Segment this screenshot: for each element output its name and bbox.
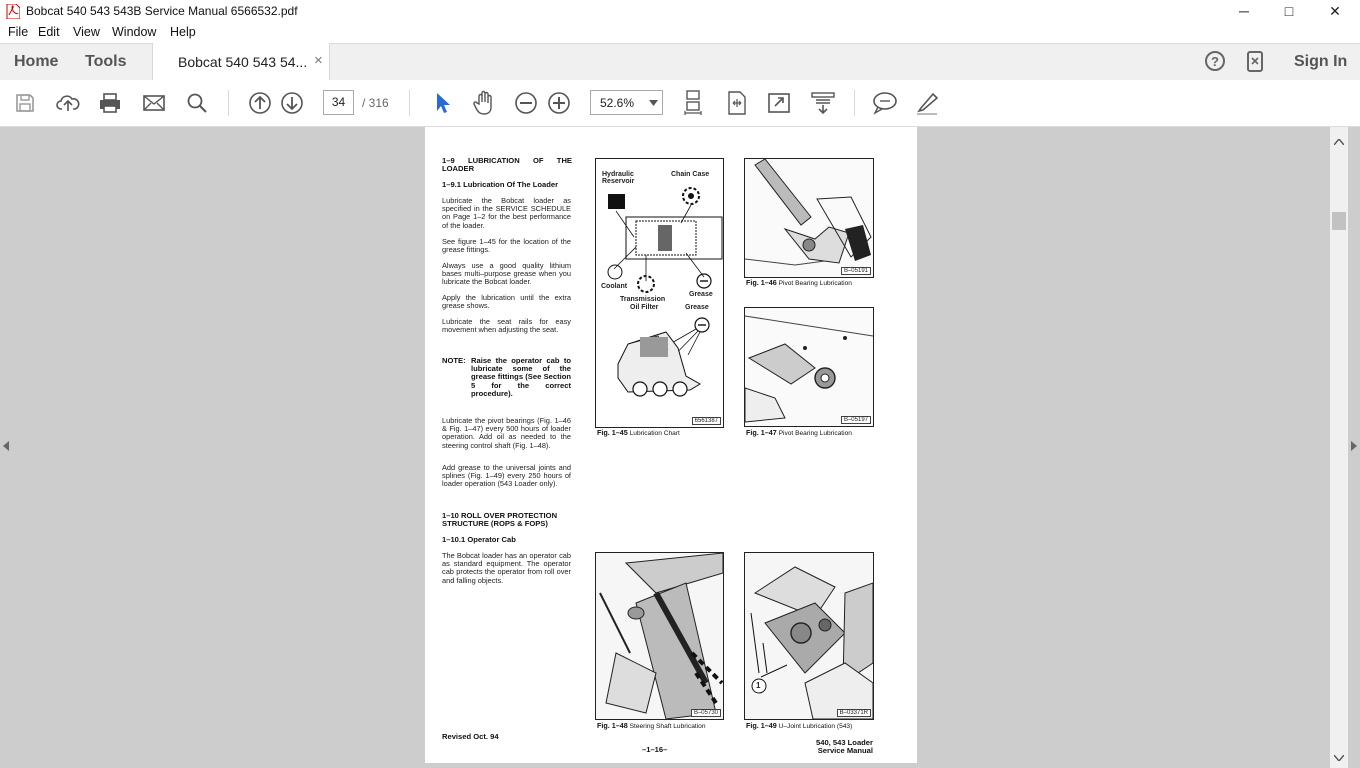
- tab-document-label: Bobcat 540 543 54...: [178, 54, 308, 70]
- full-screen-icon[interactable]: [764, 88, 794, 118]
- figure-caption: Fig. 1–46 Pivot Bearing Lubrication: [746, 278, 852, 287]
- menu-edit[interactable]: Edit: [38, 25, 60, 39]
- next-page-icon[interactable]: [277, 88, 307, 118]
- note-text: Raise the operator cab to lubricate some…: [471, 356, 571, 398]
- pivot-bearing-photo: [745, 315, 873, 423]
- print-icon[interactable]: [95, 88, 125, 118]
- paragraph: Apply the lubrication until the extra gr…: [442, 293, 571, 311]
- paragraph: Lubricate the pivot bearings (Fig. 1–46 …: [442, 416, 571, 450]
- select-cursor-icon[interactable]: [427, 88, 457, 118]
- tab-home[interactable]: Home: [14, 53, 58, 71]
- scroll-down-icon[interactable]: [1334, 755, 1344, 761]
- label-grease: Grease: [685, 304, 709, 311]
- u-joint-photo: [750, 566, 873, 719]
- save-icon[interactable]: [10, 88, 40, 118]
- scroll-mode-icon[interactable]: [808, 88, 838, 118]
- page-number-footer: –1–16–: [642, 745, 668, 754]
- subsection-heading: 1–9.1 Lubrication Of The Loader: [442, 180, 559, 189]
- figure-pivot-bearing-1: B–05191: [744, 158, 874, 278]
- subsection-heading: 1–10.1 Operator Cab: [442, 535, 516, 544]
- figure-code: B–03371R: [836, 709, 871, 717]
- maximize-button[interactable]: □: [1266, 0, 1312, 22]
- revision-date: Revised Oct. 94: [442, 732, 499, 741]
- highlight-pen-icon[interactable]: [913, 88, 943, 118]
- search-icon[interactable]: [182, 88, 212, 118]
- figure-lubrication-chart: Hydraulic Reservoir Chain Case Coolant T…: [595, 158, 724, 428]
- paragraph: See figure 1–45 for the location of the …: [442, 237, 571, 255]
- menu-window[interactable]: Window: [112, 25, 156, 39]
- title-bar: Bobcat 540 543 543B Service Manual 65665…: [0, 0, 1360, 22]
- tab-document[interactable]: Bobcat 540 543 54... ×: [152, 43, 330, 80]
- page-number-input[interactable]: 34: [323, 90, 354, 115]
- toolbar-separator: [854, 90, 855, 116]
- pdf-page: 1–9 LUBRICATION OF THE LOADER 1–9.1 Lubr…: [425, 127, 917, 763]
- scrollbar-thumb[interactable]: [1332, 212, 1346, 230]
- menu-bar: [0, 22, 1360, 43]
- vertical-scrollbar[interactable]: [1330, 127, 1348, 768]
- figure-code: B–05730: [690, 709, 721, 717]
- page-total: / 316: [362, 96, 389, 110]
- left-panel-toggle-icon[interactable]: [3, 441, 9, 451]
- figure-pivot-bearing-2: B–05197: [744, 307, 874, 427]
- callout-number: 1: [756, 681, 761, 690]
- label-coolant: Coolant: [601, 283, 628, 290]
- section-heading: 1–9 LUBRICATION OF THE LOADER: [442, 156, 572, 174]
- footer-manual: Service Manual: [817, 746, 873, 755]
- section-heading: 1–10 ROLL OVER PROTECTION STRUCTURE (ROP…: [442, 511, 558, 529]
- figure-caption: Fig. 1–45 Lubrication Chart: [597, 428, 680, 437]
- toolbar-separator: [228, 90, 229, 116]
- help-icon[interactable]: ?: [1205, 51, 1225, 71]
- figure-code: 6561387: [691, 417, 721, 425]
- close-button[interactable]: ✕: [1312, 0, 1358, 22]
- pdf-app-icon: [6, 4, 20, 19]
- sign-in-button[interactable]: Sign In: [1294, 53, 1347, 71]
- steering-shaft-photo: [599, 553, 723, 719]
- mobile-link-icon[interactable]: [1247, 51, 1263, 72]
- paragraph: Lubricate the Bobcat loader as specified…: [442, 196, 571, 230]
- hand-tool-icon[interactable]: [469, 88, 499, 118]
- fit-page-icon[interactable]: [678, 88, 708, 118]
- zoom-in-icon[interactable]: [544, 88, 574, 118]
- comment-icon[interactable]: [870, 88, 900, 118]
- paragraph: Add grease to the universal joints and s…: [442, 463, 571, 489]
- upload-cloud-icon[interactable]: [53, 88, 83, 118]
- zoom-value: 52.6%: [600, 96, 635, 110]
- tab-close-icon[interactable]: ×: [314, 52, 323, 69]
- note-label: NOTE:: [442, 356, 466, 365]
- tab-tools[interactable]: Tools: [85, 53, 126, 71]
- figure-code: B–05191: [840, 267, 871, 275]
- paragraph: The Bobcat loader has an operator cab as…: [442, 551, 571, 585]
- figure-u-joint: 1 B–03371R: [744, 552, 874, 720]
- label-oil-filter: Oil Filter: [630, 304, 659, 311]
- figure-caption: Fig. 1–49 U–Joint Lubrication (543): [746, 721, 853, 730]
- minimize-button[interactable]: ─: [1221, 0, 1267, 22]
- zoom-out-icon[interactable]: [511, 88, 541, 118]
- scroll-up-icon[interactable]: [1334, 139, 1344, 145]
- chevron-down-icon: [649, 100, 658, 106]
- figure-caption: Fig. 1–47 Pivot Bearing Lubrication: [746, 428, 852, 437]
- figure-caption: Fig. 1–48 Steering Shaft Lubrication: [597, 721, 706, 730]
- previous-page-icon[interactable]: [245, 88, 275, 118]
- toolbar-separator: [409, 90, 410, 116]
- menu-view[interactable]: View: [73, 25, 100, 39]
- figure-steering-shaft: B–05730: [595, 552, 724, 720]
- zoom-select[interactable]: 52.6%: [590, 90, 663, 115]
- menu-help[interactable]: Help: [170, 25, 196, 39]
- email-icon[interactable]: [139, 88, 169, 118]
- pivot-bearing-photo: [745, 159, 872, 266]
- menu-file[interactable]: File: [8, 25, 28, 39]
- fit-width-icon[interactable]: [722, 88, 752, 118]
- label-transmission: Transmission: [620, 296, 666, 303]
- right-panel-toggle-icon[interactable]: [1351, 441, 1357, 451]
- label-grease: Grease: [689, 291, 713, 298]
- paragraph: Always use a good quality lithium bases …: [442, 261, 571, 287]
- paragraph: Lubricate the seat rails for easy moveme…: [442, 317, 571, 335]
- figure-code: B–05197: [840, 416, 871, 424]
- window-title: Bobcat 540 543 543B Service Manual 65665…: [26, 4, 298, 18]
